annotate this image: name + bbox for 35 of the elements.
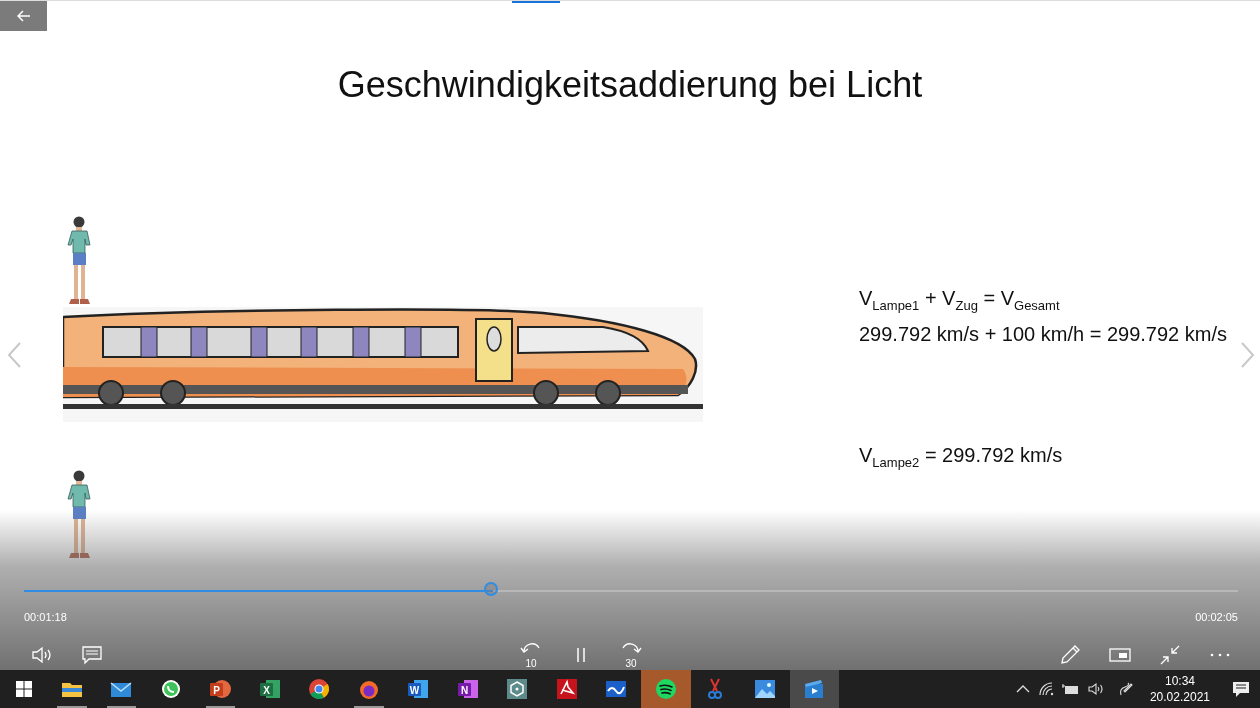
slide-title: Geschwindigkeitsaddierung bei Licht <box>337 63 923 107</box>
back-button[interactable] <box>0 1 47 31</box>
formula: V$_{Lampe2}$ = 299.792 km/s <box>859 444 1064 470</box>
taskbar-app-button[interactable]: X <box>245 670 295 708</box>
more-icon <box>1210 652 1230 657</box>
total-time: 00:02:05 <box>1195 611 1238 624</box>
elapsed-time: 00:01:18 <box>24 611 67 624</box>
speaker-icon <box>31 645 53 664</box>
notifications-icon[interactable] <box>1232 680 1250 698</box>
rewind-button[interactable]: 10 <box>513 639 549 670</box>
exit-fullscreen-icon <box>1159 643 1181 666</box>
browser-icon <box>307 677 332 701</box>
speech-bubble-icon <box>81 644 103 665</box>
taskbar-app-button[interactable]: P <box>195 670 245 708</box>
fast-forward-button[interactable]: 30 <box>613 639 649 670</box>
pause-icon <box>575 646 587 663</box>
taskbar-app-button[interactable]: W <box>393 670 443 708</box>
speaker-icon[interactable] <box>1087 682 1104 696</box>
battery-icon[interactable] <box>1061 683 1080 695</box>
seek-thumb[interactable] <box>483 582 498 596</box>
caret-up-icon[interactable] <box>1015 685 1030 693</box>
loading-indicator <box>512 1 560 3</box>
pencil-icon <box>1059 643 1081 666</box>
mini-view-icon <box>1109 647 1131 662</box>
formula: 299.792 km/s + 100 km/h = 299.792 km/s <box>859 323 1227 346</box>
clock[interactable]: 10:34 20.02.2021 <box>1141 673 1218 705</box>
four-squares-icon <box>15 681 32 697</box>
taskbar-app-button[interactable]: N <box>443 670 493 708</box>
pen-icon[interactable] <box>1117 681 1134 697</box>
landscape-picture-icon <box>752 677 777 701</box>
wifi-icon[interactable] <box>1037 682 1054 696</box>
pdf-icon <box>554 677 579 701</box>
back-arrow-icon <box>16 10 31 22</box>
formula: V$_{Lampe1}$ + V$_{Zug}$ = V$_{Gesamt}$ <box>859 287 1061 313</box>
sound-waves-icon <box>653 677 678 701</box>
